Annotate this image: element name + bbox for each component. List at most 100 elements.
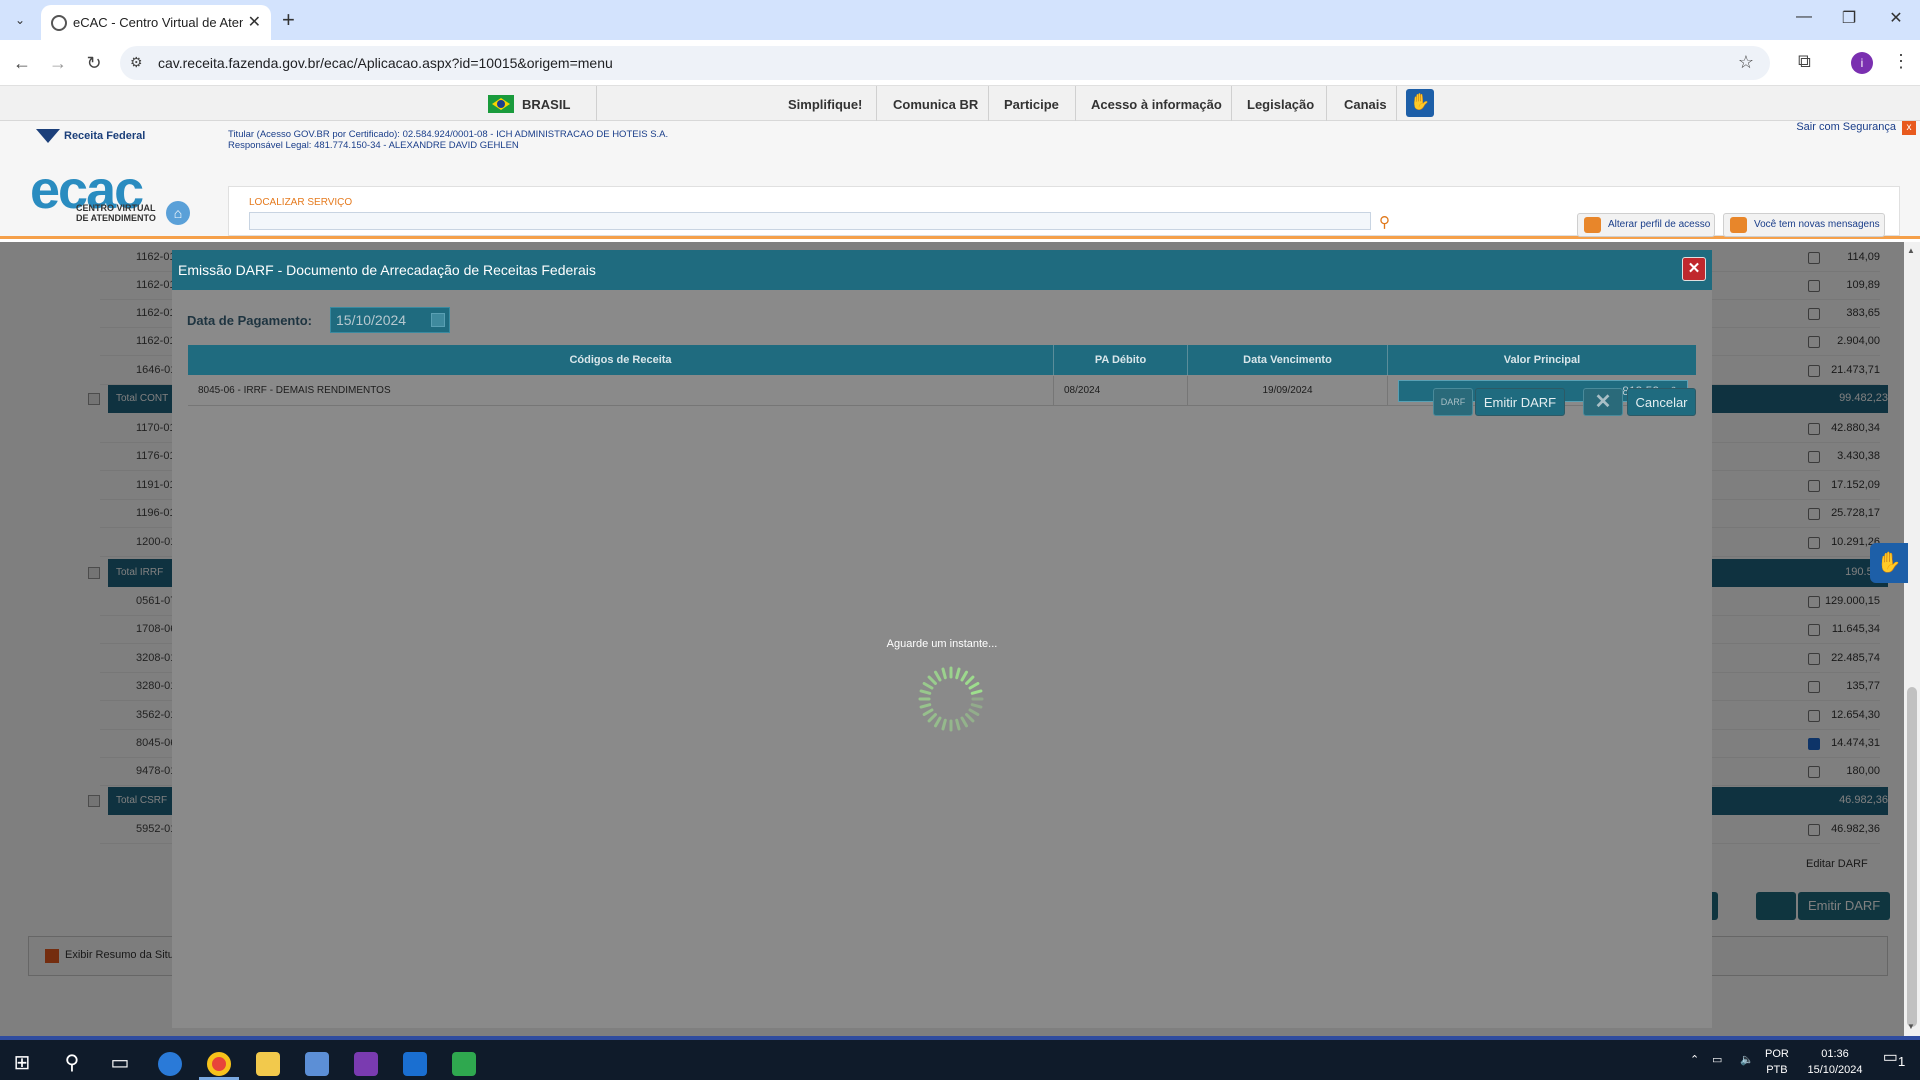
spinner-tick <box>970 689 983 695</box>
govbar-link-legislacao[interactable]: Legislação <box>1247 97 1314 112</box>
titular-info: Titular (Acesso GOV.BR por Certificado):… <box>228 129 668 151</box>
brasil-link[interactable]: BRASIL <box>522 97 570 112</box>
windows-start-icon[interactable]: ⊞ <box>2 1046 42 1080</box>
search-input[interactable] <box>249 212 1371 230</box>
edge-icon[interactable] <box>150 1046 190 1080</box>
ecac-subtitle: CENTRO VIRTUAL DE ATENDIMENTO <box>76 203 156 223</box>
clock-time: 01:36 <box>1821 1048 1849 1060</box>
sair-link[interactable]: Sair com Segurança <box>1796 121 1896 133</box>
page-scrollbar[interactable]: ▲ ▼ <box>1904 242 1920 1036</box>
profile-avatar[interactable]: i <box>1851 52 1873 74</box>
spinner-tick <box>965 713 975 723</box>
clock[interactable]: 01:36 15/10/2024 <box>1800 1046 1870 1078</box>
divider <box>1396 86 1397 121</box>
data-pagamento-field[interactable]: 15/10/2024 <box>330 307 450 333</box>
receita-federal-logo: Receita Federal <box>36 129 145 143</box>
reload-icon[interactable]: ↻ <box>81 50 107 76</box>
col-codigos: Códigos de Receita <box>188 345 1054 375</box>
govbar-link-simplifique[interactable]: Simplifique! <box>788 97 862 112</box>
govbar-link-comunica[interactable]: Comunica BR <box>893 97 978 112</box>
spinner-tick <box>955 667 961 680</box>
tab-search-icon[interactable]: ⌄ <box>8 8 32 32</box>
bookmark-star-icon[interactable]: ☆ <box>1738 52 1754 73</box>
scroll-up-icon[interactable]: ▲ <box>1907 246 1915 255</box>
data-pagamento-label: Data de Pagamento: <box>187 313 312 328</box>
govbar-link-acesso[interactable]: Acesso à informação <box>1091 97 1222 112</box>
calendar-icon[interactable] <box>431 313 445 327</box>
spinner-tick <box>968 708 980 716</box>
spinner-tick <box>955 718 961 731</box>
app-green-icon[interactable] <box>444 1046 484 1080</box>
app-blue-icon[interactable] <box>395 1046 435 1080</box>
tray-chevron-icon[interactable]: ⌃ <box>1690 1052 1699 1068</box>
app-icon[interactable] <box>297 1046 337 1080</box>
mensagens-label: Você tem novas mensagens <box>1754 219 1880 230</box>
windows-taskbar: ⊞ ⚲ ▭ ⌃ ▭ 🔈 POR PTB 01:36 15/10/2024 ▭1 <box>0 1036 1920 1080</box>
scroll-down-icon[interactable]: ▼ <box>1907 1022 1915 1031</box>
url-text: cav.receita.fazenda.gov.br/ecac/Aplicaca… <box>158 55 613 71</box>
task-view-icon[interactable]: ▭ <box>100 1046 140 1080</box>
titular-line: Titular (Acesso GOV.BR por Certificado):… <box>228 129 669 140</box>
extensions-icon[interactable]: ⧉ <box>1798 51 1811 72</box>
tab-close-icon[interactable]: ✕ <box>248 12 261 32</box>
govbar-link-participe[interactable]: Participe <box>1004 97 1059 112</box>
new-tab-icon[interactable]: + <box>282 7 295 33</box>
col-data-vencimento: Data Vencimento <box>1188 345 1388 375</box>
divider <box>1326 86 1327 121</box>
cancelar-button[interactable]: Cancelar <box>1627 388 1696 416</box>
cell-codigo: 8045-06 - IRRF - DEMAIS RENDIMENTOS <box>188 376 1054 406</box>
search-panel: LOCALIZAR SERVIÇO ⚲ Alterar perfil de ac… <box>228 186 1900 237</box>
notification-icon[interactable]: ▭1 <box>1880 1049 1908 1070</box>
notification-count: 1 <box>1897 1054 1906 1070</box>
col-valor-principal: Valor Principal <box>1503 354 1581 366</box>
volume-icon[interactable]: 🔈 <box>1740 1052 1754 1068</box>
alterar-perfil-button[interactable]: Alterar perfil de acesso <box>1577 213 1715 237</box>
window-close-icon[interactable]: ✕ <box>1881 8 1911 28</box>
vlibras-accessibility-icon[interactable]: ✋ <box>1870 543 1908 583</box>
spinner-tick <box>941 667 947 680</box>
browser-tab[interactable]: eCAC - Centro Virtual de Atendi ✕ <box>41 5 271 40</box>
menu-dots-icon[interactable]: ⋮ <box>1892 51 1910 72</box>
cancel-x-icon[interactable]: ✕ <box>1583 388 1623 416</box>
spinner-tick <box>941 718 947 731</box>
scroll-thumb[interactable] <box>1907 687 1917 1027</box>
home-icon[interactable]: ⌂ <box>166 201 190 225</box>
darf-icon-button[interactable]: DARF <box>1433 388 1473 416</box>
emissao-darf-dialog: Emissão DARF - Documento de Arrecadação … <box>172 250 1712 1028</box>
spinner-tick <box>970 703 983 709</box>
chrome-icon[interactable] <box>199 1046 239 1080</box>
address-bar[interactable]: ⚙ cav.receita.fazenda.gov.br/ecac/Aplica… <box>120 46 1770 80</box>
sair-close-icon[interactable]: x <box>1902 121 1916 135</box>
search-label: LOCALIZAR SERVIÇO <box>249 197 353 208</box>
ecac-header: Receita Federal ecac CENTRO VIRTUAL DE AT… <box>0 121 1920 239</box>
cell-pa-debito: 08/2024 <box>1054 376 1188 406</box>
govbar-link-canais[interactable]: Canais <box>1344 97 1387 112</box>
search-icon[interactable]: ⚲ <box>1379 213 1390 231</box>
accessibility-hands-icon[interactable]: ✋ <box>1406 89 1434 117</box>
dialog-close-button[interactable]: ✕ <box>1682 257 1706 281</box>
minimize-icon[interactable]: — <box>1789 8 1819 26</box>
divider <box>1075 86 1076 121</box>
spinner-tick <box>965 675 975 685</box>
forward-icon[interactable]: → <box>45 50 71 76</box>
file-explorer-icon[interactable] <box>248 1046 288 1080</box>
responsavel-line: Responsável Legal: 481.774.150-34 - ALEX… <box>228 140 519 151</box>
spinner-tick <box>927 675 937 685</box>
restore-icon[interactable]: ❐ <box>1834 8 1864 28</box>
gov-bar: BRASIL Simplifique! Comunica BR Particip… <box>0 86 1920 121</box>
emitir-darf-button[interactable]: Emitir DARF <box>1475 388 1565 416</box>
spinner-tick <box>934 716 942 728</box>
back-icon[interactable]: ← <box>9 50 35 76</box>
mensagens-button[interactable]: Você tem novas mensagens <box>1723 213 1885 237</box>
language-indicator[interactable]: POR PTB <box>1765 1046 1789 1078</box>
app-purple-icon[interactable] <box>346 1046 386 1080</box>
spinner-tick <box>968 682 980 690</box>
network-icon[interactable]: ▭ <box>1712 1052 1722 1068</box>
col-pa-debito: PA Débito <box>1054 345 1188 375</box>
site-info-icon[interactable]: ⚙ <box>130 54 143 71</box>
search-icon[interactable]: ⚲ <box>52 1046 92 1080</box>
globe-icon <box>51 15 67 31</box>
divider <box>596 86 597 121</box>
cell-vencimento: 19/09/2024 <box>1188 376 1388 406</box>
envelope-icon <box>1730 217 1747 233</box>
